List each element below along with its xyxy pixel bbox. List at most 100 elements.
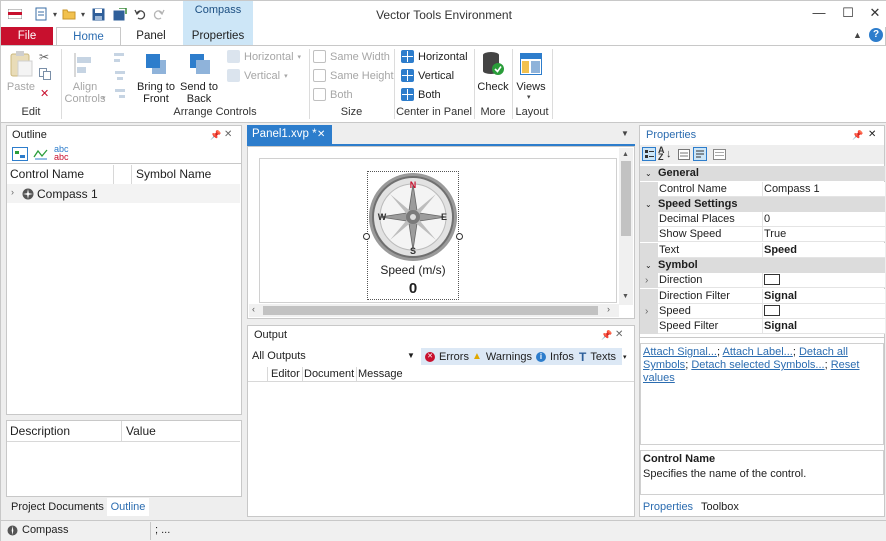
maximize-button[interactable]: ☐ [838, 5, 858, 21]
tab-toolbox[interactable]: Toolbox [701, 498, 739, 516]
save-icon[interactable] [90, 6, 106, 22]
sort-arrow-icon[interactable]: ↓ [666, 148, 672, 160]
tab-properties[interactable]: Properties [183, 27, 253, 46]
property-row[interactable]: › Direction [640, 273, 885, 289]
views-button[interactable]: Views [513, 81, 549, 93]
attach-label-link[interactable]: Attach Label... [723, 346, 793, 358]
property-value[interactable] [763, 273, 885, 289]
property-value[interactable]: True [763, 227, 885, 243]
check-button[interactable]: Check [476, 81, 510, 93]
property-value[interactable]: Speed [763, 242, 885, 258]
scroll-up-icon[interactable]: ▲ [622, 151, 629, 158]
expand-arrow-icon[interactable]: › [11, 187, 14, 197]
property-color-box[interactable] [764, 274, 780, 286]
column-header-symbol-name[interactable]: Symbol Name [136, 167, 211, 181]
tab-properties-panel[interactable]: Properties [640, 498, 696, 516]
property-row[interactable]: Decimal Places 0 [640, 212, 885, 228]
property-category[interactable]: ⌄ Speed Settings [640, 196, 885, 212]
property-color-box[interactable] [764, 304, 780, 316]
same-width-icon [313, 50, 326, 63]
document-tab[interactable]: Panel1.xvp * ✕ [247, 125, 332, 144]
expand-arrow-icon[interactable]: › [645, 273, 648, 288]
filter-dropdown-icon[interactable]: ▼ [407, 351, 415, 360]
errors-filter-button[interactable]: ✕ Errors [425, 348, 469, 365]
events-view-icon[interactable] [693, 147, 707, 161]
close-tab-icon[interactable]: ✕ [317, 125, 325, 144]
property-value[interactable]: 0 [763, 212, 885, 228]
save-all-icon[interactable] [112, 6, 128, 22]
tree-view-icon[interactable] [12, 147, 28, 164]
infos-filter-button[interactable]: i Infos [536, 348, 574, 365]
property-value[interactable]: Compass 1 [763, 181, 885, 197]
collapse-arrow-icon[interactable]: ⌄ [645, 166, 652, 181]
scroll-down-icon[interactable]: ▼ [622, 293, 629, 300]
collapse-ribbon-icon[interactable]: ▲ [853, 30, 862, 40]
attach-signal-link[interactable]: Attach Signal... [643, 346, 717, 358]
property-category[interactable]: ⌄ General [640, 166, 885, 181]
collapse-arrow-icon[interactable]: ⌄ [645, 197, 652, 212]
minimize-button[interactable]: — [809, 5, 829, 21]
cut-icon[interactable]: ✂ [39, 50, 49, 64]
text-view-icon[interactable]: abc abc [54, 145, 69, 162]
views-dropdown-icon[interactable]: ▾ [527, 93, 531, 101]
check-icon[interactable] [481, 51, 505, 80]
property-row[interactable]: Control Name Compass 1 [640, 181, 885, 197]
tab-home[interactable]: Home [56, 27, 121, 46]
center-vertical-button[interactable]: Vertical [401, 67, 454, 84]
undo-icon[interactable] [132, 6, 148, 22]
views-icon[interactable] [520, 53, 542, 78]
expand-arrow-icon[interactable]: › [645, 304, 648, 319]
property-gutter: › [640, 303, 658, 319]
collapse-arrow-icon[interactable]: ⌄ [645, 258, 652, 273]
pin-icon[interactable]: 📌 [601, 330, 612, 341]
bring-to-front-icon[interactable] [144, 52, 168, 79]
output-column-document[interactable]: Document [304, 368, 354, 380]
texts-filter-button[interactable]: T Texts [579, 348, 616, 365]
alphabetical-sort-icon[interactable]: AZ [658, 146, 665, 162]
tab-project-documents[interactable]: Project Documents [11, 498, 104, 516]
property-row[interactable]: Direction Filter Signal [640, 288, 885, 304]
output-column-message[interactable]: Message [358, 368, 403, 380]
send-to-back-button[interactable]: Send to Back [177, 81, 221, 105]
categorized-view-icon[interactable] [642, 147, 656, 161]
copy-icon[interactable] [39, 68, 51, 83]
center-both-button[interactable]: Both [401, 86, 441, 103]
tab-outline[interactable]: Outline [107, 498, 149, 516]
vertical-scrollbar-thumb[interactable] [621, 161, 631, 236]
close-button[interactable]: ✕ [865, 5, 885, 21]
property-category[interactable]: ⌄ Symbol [640, 257, 885, 273]
property-list-icon[interactable] [713, 149, 726, 163]
output-filter-select[interactable]: All Outputs [252, 350, 306, 362]
property-row[interactable]: Text Speed [640, 242, 885, 258]
tab-panel[interactable]: Panel [121, 27, 181, 46]
pin-icon[interactable]: 📌 [210, 130, 221, 141]
output-column-editor[interactable]: Editor [271, 368, 300, 380]
close-panel-icon[interactable]: ✕ [868, 129, 876, 140]
property-value[interactable]: Signal [763, 318, 885, 334]
tab-file[interactable]: File [1, 27, 53, 46]
property-row[interactable]: › Speed [640, 303, 885, 319]
column-header-control-name[interactable]: Control Name [10, 167, 84, 181]
property-value[interactable] [763, 303, 885, 319]
send-to-back-icon[interactable] [188, 52, 212, 79]
close-panel-icon[interactable]: ✕ [615, 329, 623, 340]
scroll-left-icon[interactable]: ‹ [252, 304, 255, 314]
detach-selected-symbols-link[interactable]: Detach selected Symbols... [691, 359, 824, 371]
bring-to-front-button[interactable]: Bring to Front [134, 81, 178, 105]
property-pages-icon[interactable] [678, 149, 690, 163]
property-row[interactable]: Show Speed True [640, 227, 885, 243]
center-horizontal-button[interactable]: Horizontal [401, 48, 468, 65]
output-overflow-icon[interactable]: ▾ [623, 353, 627, 361]
property-row[interactable]: Speed Filter Signal [640, 318, 885, 334]
help-icon[interactable]: ? [869, 28, 883, 42]
signal-view-icon[interactable] [33, 147, 49, 164]
horizontal-scrollbar-thumb[interactable] [263, 306, 598, 315]
property-value[interactable]: Signal [763, 288, 885, 304]
tab-list-dropdown-icon[interactable]: ▼ [621, 129, 629, 138]
pin-icon[interactable]: 📌 [852, 130, 863, 141]
warnings-filter-button[interactable]: ▲ Warnings [472, 348, 532, 365]
open-dropdown-icon[interactable]: ▾ [75, 6, 91, 22]
close-panel-icon[interactable]: ✕ [224, 129, 232, 140]
delete-icon[interactable]: ✕ [40, 87, 49, 100]
scroll-right-icon[interactable]: › [607, 304, 610, 314]
